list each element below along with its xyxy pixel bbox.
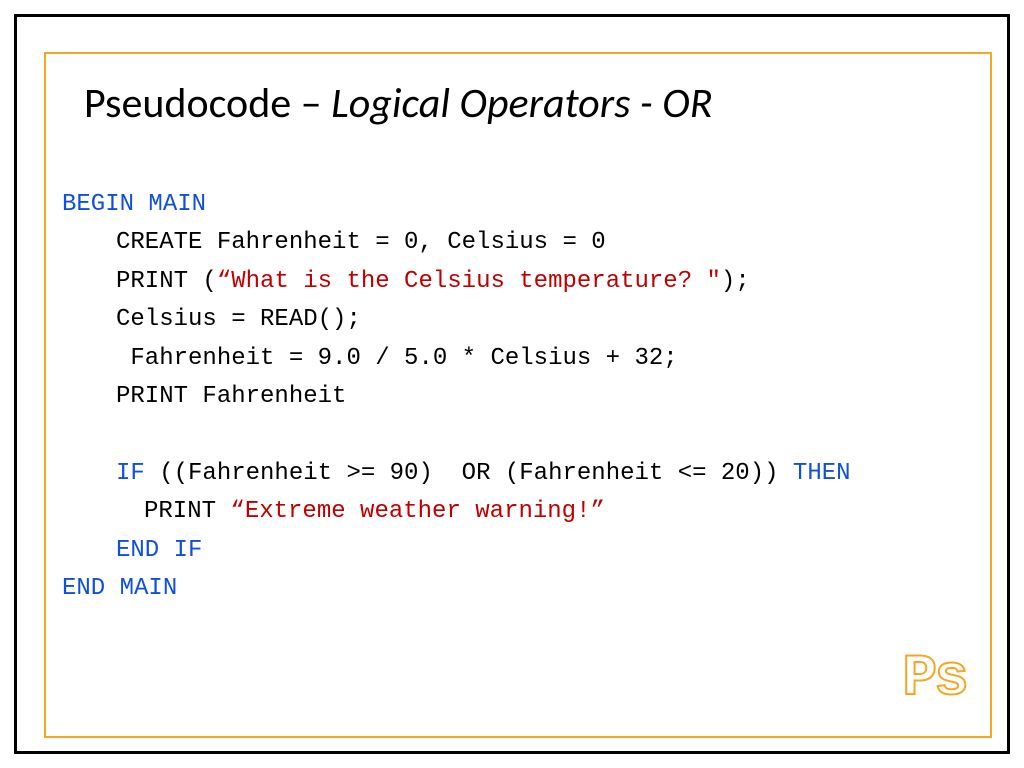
title-topic: Logical Operators - OR [331, 78, 713, 129]
ps-logo: Ps [902, 647, 966, 712]
slide-title: Pseudocode – Logical Operators - OR [84, 78, 713, 129]
kw-begin-main: BEGIN MAIN [62, 191, 206, 218]
stmt-print-result: PRINT Fahrenheit [62, 378, 346, 416]
stmt-print-prompt: PRINT (“What is the Celsius temperature?… [62, 263, 750, 301]
title-prefix: Pseudocode – [84, 78, 331, 129]
pseudocode-block: BEGIN MAIN CREATE Fahrenheit = 0, Celsiu… [62, 186, 851, 608]
stmt-create: CREATE Fahrenheit = 0, Celsius = 0 [62, 224, 606, 262]
kw-end-if: END IF [62, 532, 202, 570]
stmt-calc: Fahrenheit = 9.0 / 5.0 * Celsius + 32; [62, 340, 678, 378]
kw-end-main: END MAIN [62, 575, 177, 602]
stmt-read: Celsius = READ(); [62, 301, 361, 339]
stmt-print-warning: PRINT “Extreme weather warning!” [62, 493, 605, 531]
stmt-if: IF ((Fahrenheit >= 90) OR (Fahrenheit <=… [62, 455, 851, 493]
